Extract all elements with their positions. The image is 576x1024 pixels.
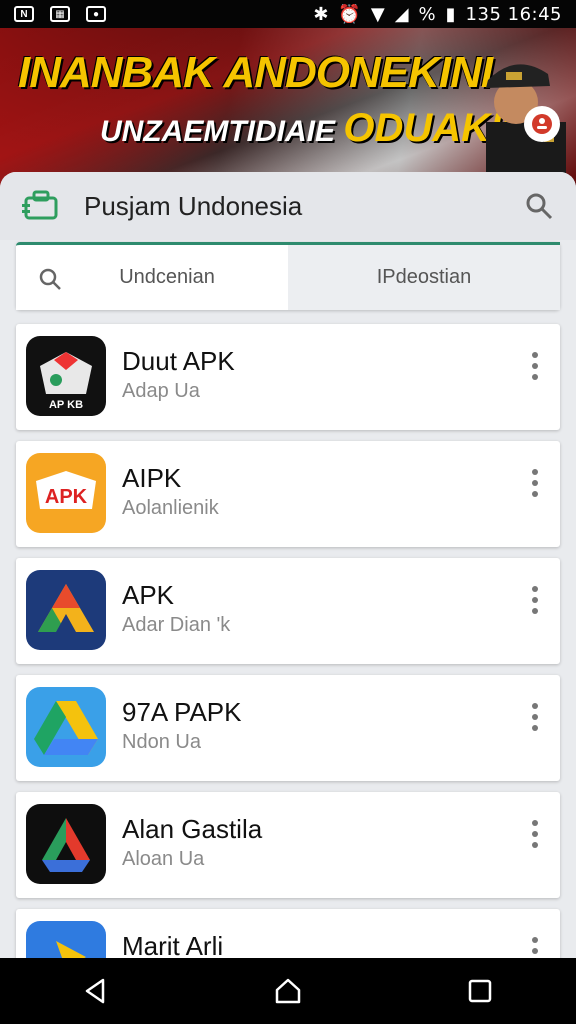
more-options-icon[interactable] [530, 703, 540, 731]
tab-second[interactable]: IPdeostian [288, 242, 560, 310]
app-name: 97A PAPK [122, 697, 242, 727]
app-logo-icon [22, 190, 58, 220]
user-icon [532, 114, 552, 134]
app-name: APK [122, 580, 175, 610]
list-item[interactable]: 97A PAPK Ndon Ua [16, 675, 560, 781]
chat-notification-icon: ● [86, 6, 106, 22]
bluetooth-icon: ✱ [313, 3, 329, 25]
banner-subtitle-main: UNZAEMTIDIAIE [100, 115, 335, 148]
more-options-icon[interactable] [530, 352, 540, 380]
svg-text:AP KB: AP KB [49, 399, 83, 411]
search-icon[interactable] [524, 191, 554, 221]
apk-maps-icon: AP KB [26, 336, 106, 416]
tab-search[interactable]: Undcenian [16, 242, 288, 310]
more-options-icon[interactable] [530, 469, 540, 497]
app-subtitle: Adap Ua [122, 380, 200, 402]
n-notification-icon: N [14, 6, 34, 22]
promo-banner[interactable]: INANBAK ANDONEKINI UNZAEMTIDIAIE ODUAKK [0, 28, 576, 188]
list-item[interactable]: APK AIPK Aolanlienik [16, 441, 560, 547]
drive-icon [26, 687, 106, 767]
list-item[interactable]: AP KB Duut APK Adap Ua [16, 324, 560, 430]
sheet-header: Pusjam Undonesia [0, 172, 576, 240]
banner-subtitle: UNZAEMTIDIAIE ODUAKK [100, 106, 519, 151]
wifi-icon: ▼ [370, 3, 385, 25]
profile-button[interactable] [524, 106, 560, 142]
alarm-icon: ⏰ [338, 3, 361, 25]
app-name: AIPK [122, 463, 182, 493]
recents-icon[interactable] [465, 976, 495, 1006]
home-icon[interactable] [273, 976, 303, 1006]
battery-percent: % [418, 3, 436, 25]
svg-text:APK: APK [45, 486, 88, 508]
more-options-icon[interactable] [530, 937, 540, 958]
more-options-icon[interactable] [530, 820, 540, 848]
navigation-bar [0, 958, 576, 1024]
more-options-icon[interactable] [530, 586, 540, 614]
signal-icon: ◢ [394, 3, 409, 25]
app-subtitle: Aloan Ua [122, 848, 205, 870]
battery-icon: ▮ [445, 3, 456, 25]
image-notification-icon: ▦ [50, 6, 70, 22]
officer-image [486, 64, 566, 182]
app-subtitle: Ndon Ua [122, 731, 201, 753]
list-item[interactable]: Marit Arli [16, 909, 560, 958]
banner-title: INANBAK ANDONEKINI [18, 48, 493, 97]
search-icon [39, 268, 61, 290]
page-title: Pusjam Undonesia [84, 190, 303, 221]
tab-label: Undcenian [119, 266, 215, 288]
apk-orange-icon: APK [26, 453, 106, 533]
app-subtitle: Adar Dian 'k [122, 614, 231, 636]
list-item[interactable]: Alan Gastila Aloan Ua [16, 792, 560, 898]
drive-dark-icon [26, 804, 106, 884]
app-name: Marit Arli [122, 931, 224, 958]
status-time: 135 16:45 [465, 3, 562, 25]
app-name: Alan Gastila [122, 814, 263, 844]
tab-bar: Undcenian IPdeostian [16, 242, 560, 310]
app-list: AP KB Duut APK Adap Ua APK AIPK Aolanlie… [16, 324, 560, 958]
app-subtitle: Aolanlienik [122, 497, 219, 519]
back-icon[interactable] [81, 976, 111, 1006]
apk-triangle-icon [26, 570, 106, 650]
app-name: Duut APK [122, 346, 235, 376]
blue-yellow-icon [26, 921, 106, 958]
list-item[interactable]: APK Adar Dian 'k [16, 558, 560, 664]
app-list-sheet: Pusjam Undonesia Undcenian IPdeostian AP… [0, 172, 576, 958]
tab-label: IPdeostian [376, 266, 472, 288]
status-bar: N ▦ ● ✱ ⏰ ▼ ◢ % ▮ 135 16:45 [0, 0, 576, 28]
